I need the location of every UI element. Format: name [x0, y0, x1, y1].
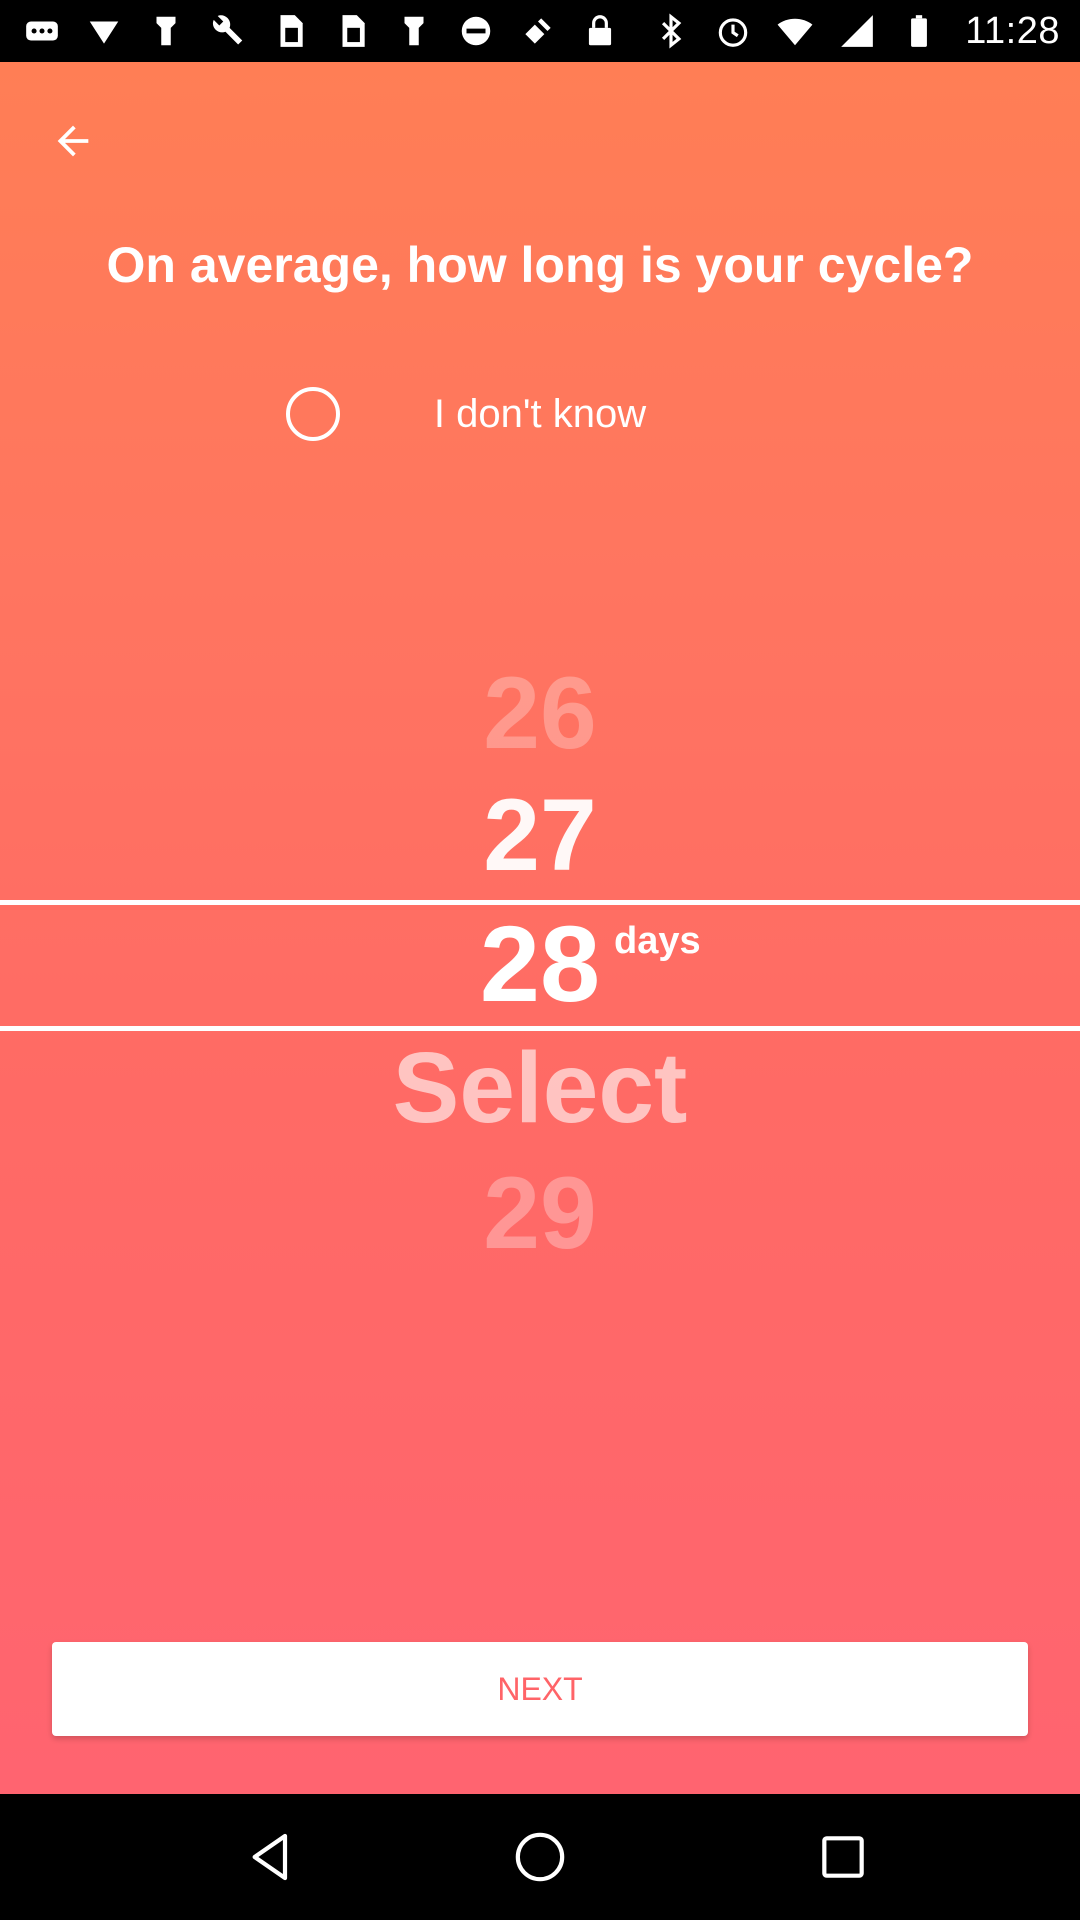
notification-icons: [22, 10, 620, 52]
nav-home-button[interactable]: [505, 1822, 575, 1892]
system-icons: 11:28: [651, 10, 1060, 52]
back-button[interactable]: [38, 106, 108, 176]
block-icon: [456, 11, 496, 51]
cycle-length-screen: On average, how long is your cycle? I do…: [0, 62, 1080, 1794]
status-bar: 11:28: [0, 0, 1080, 62]
flash-icon: [146, 11, 186, 51]
circle-home-icon: [515, 1832, 565, 1882]
unit-label: days: [614, 920, 701, 962]
dropdown-icon: [84, 11, 124, 51]
battery-icon: [899, 11, 939, 51]
wrench-icon: [208, 11, 248, 51]
fake-gps-icon: [518, 11, 558, 51]
wifi-icon: [775, 11, 815, 51]
clock: 11:28: [965, 9, 1060, 52]
next-button[interactable]: NEXT: [52, 1642, 1028, 1736]
flash-icon: [394, 11, 434, 51]
picker-selection-divider-bottom: [0, 1026, 1080, 1031]
page-title: On average, how long is your cycle?: [106, 237, 974, 293]
square-recents-icon: [822, 1836, 864, 1878]
nav-back-button[interactable]: [236, 1822, 306, 1892]
triangle-back-icon: [252, 1833, 288, 1881]
sim-icon: [332, 11, 372, 51]
picker-item[interactable]: Select: [0, 1038, 1080, 1138]
picker-item[interactable]: 29: [0, 1162, 1080, 1264]
more-icon: [22, 11, 62, 51]
unknown-option-label: I don't know: [433, 392, 647, 436]
unknown-option[interactable]: I don't know: [0, 372, 1080, 456]
bluetooth-icon: [651, 11, 691, 51]
nav-recents-button[interactable]: [808, 1822, 878, 1892]
picker-item[interactable]: 26: [0, 662, 1080, 764]
signal-icon: [837, 11, 877, 51]
arrow-left-icon: [57, 125, 89, 157]
lock-icon: [580, 11, 620, 51]
picker-selected-item[interactable]: 28: [0, 910, 1080, 1018]
navigation-bar: [0, 1794, 1080, 1920]
alarm-icon: [713, 11, 753, 51]
picker-item[interactable]: 27: [0, 784, 1080, 886]
sim-icon: [270, 11, 310, 51]
